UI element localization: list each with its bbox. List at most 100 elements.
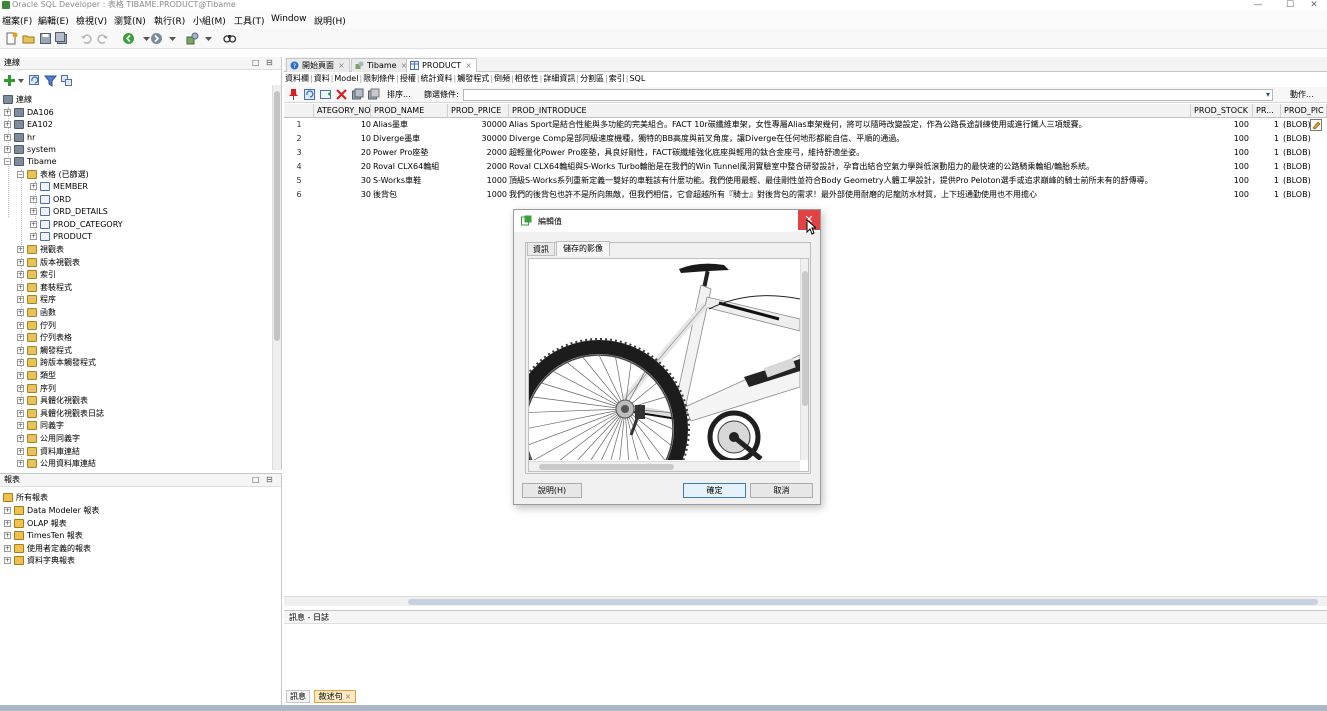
expand-icon[interactable]: + xyxy=(17,334,24,342)
tree-table-item[interactable]: + MEMBER xyxy=(30,181,88,193)
dialog-help-button[interactable]: 說明(H) xyxy=(522,483,582,498)
schema-browser-icon[interactable] xyxy=(60,74,73,87)
close-tab-icon[interactable]: × xyxy=(465,61,472,70)
subtab[interactable]: 統計資料 xyxy=(420,74,454,83)
tree-object-folder[interactable]: + 資料庫連結 xyxy=(17,446,80,458)
menu-tools[interactable]: 工具(T) xyxy=(234,14,265,27)
tree-object-folder[interactable]: + 類型 xyxy=(17,370,56,382)
expand-icon[interactable]: + xyxy=(4,532,11,540)
column-header[interactable]: PROD_STOCK xyxy=(1191,104,1253,118)
expand-icon[interactable]: + xyxy=(17,384,24,392)
expand-icon[interactable]: + xyxy=(17,321,24,329)
expand-icon[interactable]: + xyxy=(17,246,24,253)
table-cell[interactable]: 20 xyxy=(314,146,371,160)
undo-icon[interactable] xyxy=(80,32,93,45)
subtab[interactable]: 資料 xyxy=(313,74,331,83)
tree-table-item[interactable]: + PRODUCT xyxy=(30,231,92,243)
open-icon[interactable] xyxy=(22,32,35,45)
minimize-button[interactable]: — xyxy=(1244,0,1272,10)
image-vscroll-thumb[interactable] xyxy=(802,271,808,406)
filter-input[interactable]: ▾ xyxy=(463,89,1273,101)
expand-icon[interactable]: + xyxy=(4,557,11,565)
table-cell[interactable]: 5 xyxy=(284,174,314,188)
tree-object-folder[interactable]: + 佇列表格 xyxy=(17,332,72,344)
tree-connection-ea102[interactable]: + EA102 xyxy=(4,119,53,131)
tree-object-folder[interactable]: + 同義字 xyxy=(17,420,64,432)
edit-blob-icon[interactable] xyxy=(1310,119,1322,131)
table-cell[interactable]: 10 xyxy=(314,132,371,146)
table-cell[interactable]: 1 xyxy=(1253,132,1279,146)
tree-object-folder[interactable]: + 序列 xyxy=(17,383,56,395)
table-cell[interactable]: 1000 xyxy=(448,174,507,188)
sort-button[interactable]: 排序... xyxy=(387,89,411,100)
dialog-ok-button[interactable]: 確定 xyxy=(683,483,746,498)
table-cell[interactable]: 2000 xyxy=(448,146,507,160)
table-cell[interactable]: 1 xyxy=(1253,160,1279,174)
tree-object-folder[interactable]: + 索引 xyxy=(17,269,56,281)
close-window-button[interactable]: ✕ xyxy=(1300,0,1327,10)
expand-icon[interactable]: + xyxy=(30,220,37,228)
menu-help[interactable]: 說明(H) xyxy=(314,14,346,27)
tree-object-folder[interactable]: + 具體化視觀表日誌 xyxy=(17,408,104,420)
expand-icon[interactable]: + xyxy=(4,507,11,514)
table-cell[interactable]: 1 xyxy=(284,118,314,132)
table-cell[interactable]: 我們的後背包也許不是所向無敵，但我們相信，它會超越所有『騎士』對後背包的需求！最… xyxy=(509,188,1189,202)
tree-connection-da106[interactable]: + DA106 xyxy=(4,107,54,119)
tree-report-item[interactable]: + TimesTen 報表 xyxy=(4,530,83,542)
expand-icon[interactable]: + xyxy=(17,397,24,405)
subtab[interactable]: 分割區 xyxy=(579,74,605,83)
monitor-icon[interactable] xyxy=(223,32,236,45)
menu-view[interactable]: 檢視(V) xyxy=(76,14,107,27)
subtab[interactable]: 觸發程式 xyxy=(456,74,490,83)
table-cell[interactable]: 100 xyxy=(1191,174,1249,188)
delete-row-icon[interactable] xyxy=(335,88,348,101)
table-cell[interactable]: 1 xyxy=(1253,174,1279,188)
expand-icon[interactable]: + xyxy=(4,519,11,527)
forward-icon[interactable] xyxy=(150,32,163,45)
new-icon[interactable] xyxy=(5,32,18,45)
tree-object-folder[interactable]: + 公用資料庫連結 xyxy=(17,458,96,470)
table-cell[interactable]: 20 xyxy=(314,160,371,174)
subtab[interactable]: 相依性 xyxy=(514,74,540,83)
panel-minimize-icon[interactable]: □ xyxy=(252,57,260,69)
expand-icon[interactable]: + xyxy=(17,346,24,354)
tree-object-folder[interactable]: + 視觀表 xyxy=(17,244,64,256)
table-cell[interactable]: 100 xyxy=(1191,118,1249,132)
table-cell[interactable]: Alias墨車 xyxy=(373,118,448,132)
table-row[interactable]: 3 20 Power Pro座墊 2000 超輕量化Power Pro座墊，具良好剛性，… xyxy=(284,146,1327,160)
tree-table-item[interactable]: + PROD_CATEGORY xyxy=(30,219,123,231)
tree-object-folder[interactable]: + 程序 xyxy=(17,294,56,306)
insert-row-icon[interactable] xyxy=(319,88,332,101)
table-cell[interactable]: 2000 xyxy=(448,160,507,174)
tree-all-reports[interactable]: 所有報表 xyxy=(3,492,48,504)
table-cell[interactable]: Alias Sport是結合性能與多功能的完美組合。FACT 10r碳纖維車架，… xyxy=(509,118,1189,132)
add-connection-dropdown-icon[interactable] xyxy=(15,74,28,87)
image-horizontal-scrollbar[interactable] xyxy=(529,461,800,471)
tree-report-item[interactable]: + 資料字典報表 xyxy=(4,555,75,567)
tree-report-item[interactable]: + OLAP 報表 xyxy=(4,518,67,530)
column-header[interactable]: PR... xyxy=(1253,104,1281,118)
table-row[interactable]: 5 30 S-Works車鞋 1000 頂級S-Works系列重新定義一雙好的車鞋該有什… xyxy=(284,174,1327,188)
table-cell[interactable]: 6 xyxy=(284,188,314,202)
tree-connection-system[interactable]: + system xyxy=(4,144,56,156)
table-cell[interactable]: 1 xyxy=(1253,146,1279,160)
table-cell[interactable]: 4 xyxy=(284,160,314,174)
expand-icon[interactable]: + xyxy=(4,544,11,552)
refresh-connection-icon[interactable] xyxy=(28,74,41,87)
worksheet-dropdown-icon[interactable] xyxy=(202,32,215,45)
subtab[interactable]: 授權 xyxy=(399,74,417,83)
subtab[interactable]: 資料欄 xyxy=(284,74,310,83)
menu-file[interactable]: 檔案(F) xyxy=(2,14,32,27)
expand-icon[interactable]: + xyxy=(17,435,24,442)
table-cell[interactable]: (BLOB) xyxy=(1283,146,1327,160)
expand-icon[interactable]: + xyxy=(30,208,37,216)
sql-worksheet-icon[interactable] xyxy=(186,32,199,45)
table-cell[interactable]: 2 xyxy=(284,132,314,146)
tree-object-folder[interactable]: + 具體化視觀表 xyxy=(17,395,88,407)
table-cell[interactable]: Roval CLX64輪組 xyxy=(373,160,448,174)
menu-window[interactable]: Window xyxy=(271,14,307,24)
table-cell[interactable]: 3 xyxy=(284,146,314,160)
menu-navigate[interactable]: 瀏覽(N) xyxy=(114,14,146,27)
tree-table-item[interactable]: + ORD xyxy=(30,194,71,206)
table-row[interactable]: 4 20 Roval CLX64輪組 2000 Roval CLX64輪組與S-Work… xyxy=(284,160,1327,174)
